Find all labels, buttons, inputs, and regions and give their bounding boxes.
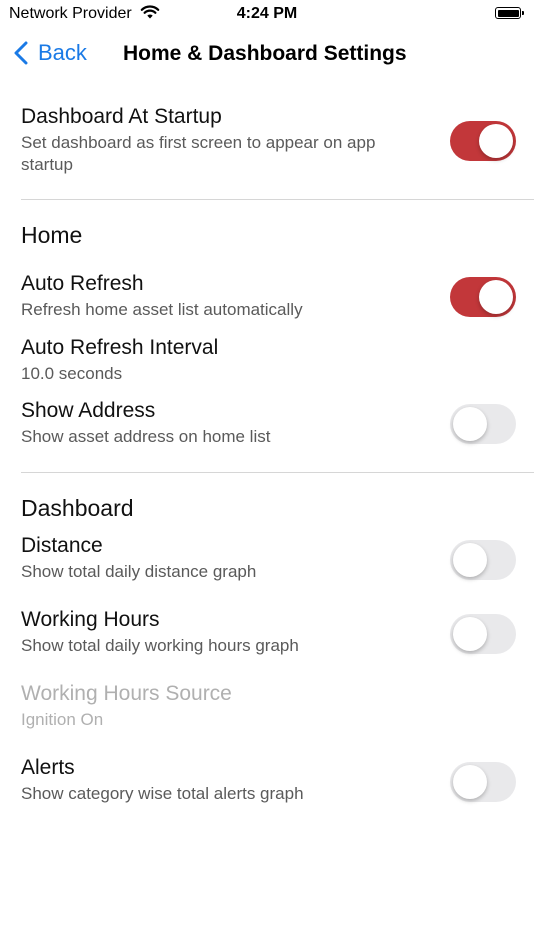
home-section-header: Home bbox=[21, 222, 83, 248]
clock: 4:24 PM bbox=[236, 5, 298, 22]
working-hours-source-row: Working Hours Source Ignition On bbox=[21, 681, 521, 731]
status-bar: Network Provider 4:24 PM bbox=[0, 0, 534, 28]
dashboard-at-startup-row: Dashboard At Startup Set dashboard as fi… bbox=[21, 104, 521, 176]
alerts-toggle[interactable] bbox=[450, 762, 516, 802]
back-button[interactable]: Back bbox=[14, 40, 87, 66]
alerts-row: Alerts Show category wise total alerts g… bbox=[21, 755, 521, 805]
auto-refresh-interval-row[interactable]: Auto Refresh Interval 10.0 seconds bbox=[21, 335, 521, 385]
working-hours-title: Working Hours bbox=[21, 608, 160, 631]
auto-refresh-title: Auto Refresh bbox=[21, 272, 144, 295]
show-address-subtitle: Show asset address on home list bbox=[21, 427, 271, 446]
back-label: Back bbox=[38, 40, 87, 65]
working-hours-source-value: Ignition On bbox=[21, 710, 104, 729]
show-address-row: Show Address Show asset address on home … bbox=[21, 398, 521, 448]
navigation-bar: Back Home & Dashboard Settings bbox=[0, 38, 534, 72]
auto-refresh-toggle[interactable] bbox=[450, 277, 516, 317]
distance-title: Distance bbox=[21, 534, 103, 557]
alerts-subtitle: Show category wise total alerts graph bbox=[21, 784, 304, 803]
divider bbox=[21, 199, 534, 200]
dashboard-at-startup-title: Dashboard At Startup bbox=[21, 105, 222, 128]
show-address-title: Show Address bbox=[21, 399, 156, 422]
divider bbox=[21, 472, 534, 473]
distance-row: Distance Show total daily distance graph bbox=[21, 533, 521, 583]
dashboard-at-startup-toggle[interactable] bbox=[450, 121, 516, 161]
working-hours-subtitle: Show total daily working hours graph bbox=[21, 636, 299, 655]
dashboard-at-startup-subtitle: Set dashboard as first screen to appear … bbox=[21, 133, 376, 174]
page-title: Home & Dashboard Settings bbox=[123, 42, 407, 65]
auto-refresh-subtitle: Refresh home asset list automatically bbox=[21, 300, 303, 319]
auto-refresh-interval-title: Auto Refresh Interval bbox=[21, 336, 219, 359]
battery-icon bbox=[495, 7, 524, 19]
dashboard-section-header: Dashboard bbox=[21, 495, 134, 521]
working-hours-toggle[interactable] bbox=[450, 614, 516, 654]
distance-toggle[interactable] bbox=[450, 540, 516, 580]
distance-subtitle: Show total daily distance graph bbox=[21, 562, 257, 581]
chevron-left-icon bbox=[14, 41, 28, 65]
working-hours-source-title: Working Hours Source bbox=[21, 682, 232, 705]
show-address-toggle[interactable] bbox=[450, 404, 516, 444]
alerts-title: Alerts bbox=[21, 756, 75, 779]
auto-refresh-interval-value: 10.0 seconds bbox=[21, 364, 123, 383]
auto-refresh-row: Auto Refresh Refresh home asset list aut… bbox=[21, 271, 521, 321]
working-hours-row: Working Hours Show total daily working h… bbox=[21, 607, 521, 657]
